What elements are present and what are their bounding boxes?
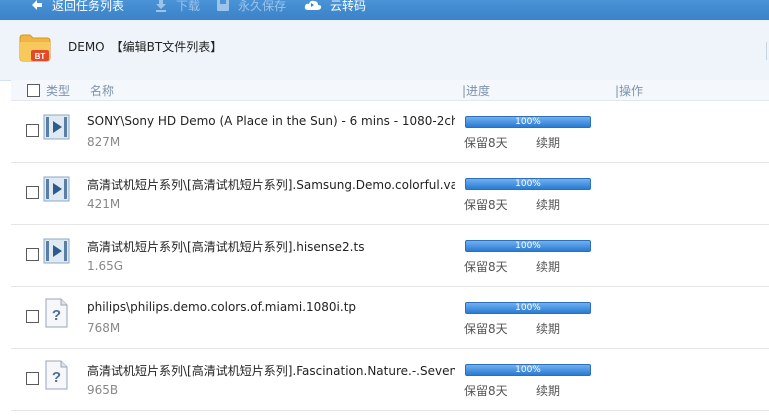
column-type: 类型	[46, 84, 71, 98]
download-label: 下载	[176, 0, 201, 13]
progress-bar: 100%	[465, 302, 591, 314]
table-row: SONY\Sony HD Demo (A Place in the Sun) -…	[11, 100, 769, 163]
video-file-icon	[43, 236, 70, 266]
renew-link[interactable]: 续期	[536, 134, 560, 151]
download-icon	[154, 0, 168, 12]
column-progress: |进度	[462, 84, 491, 98]
video-file-icon	[43, 174, 70, 204]
back-label: 返回任务列表	[52, 0, 125, 13]
retention-text: 保留8天	[464, 384, 508, 398]
svg-text:?: ?	[52, 307, 61, 324]
retention-text: 保留8天	[464, 198, 508, 212]
column-header: 类型 名称 |进度 |操作	[11, 80, 769, 101]
progress-bar: 100%	[465, 240, 591, 252]
task-name: DEMO	[68, 40, 105, 54]
page-title: DEMO 【编辑BT文件列表】	[68, 38, 222, 55]
permanent-save-button[interactable]: 永久保存	[216, 0, 286, 15]
progress-text: 100%	[515, 303, 541, 313]
download-button[interactable]: 下载	[154, 0, 200, 15]
file-size: 827M	[87, 135, 121, 149]
file-name[interactable]: philips\philips.demo.colors.of.miami.108…	[87, 300, 455, 314]
file-size: 1.65G	[87, 259, 124, 273]
file-name[interactable]: 高清试机短片系列\[高清试机短片系列].Samsung.Demo.colorfu…	[87, 176, 455, 193]
save-label: 永久保存	[238, 0, 287, 13]
table-row: 高清试机短片系列\[高清试机短片系列].hisense2.ts 1.65G 10…	[11, 224, 769, 287]
row-checkbox[interactable]	[26, 248, 39, 261]
progress-text: 100%	[515, 179, 541, 189]
file-list-header: BT DEMO 【编辑BT文件列表】	[0, 20, 769, 81]
top-toolbar: 返回任务列表 下载 永久保存 云转码	[0, 0, 769, 20]
transcode-label: 云转码	[330, 0, 367, 13]
row-checkbox[interactable]	[26, 310, 39, 323]
back-arrow-icon	[30, 0, 44, 12]
renew-link[interactable]: 续期	[536, 382, 560, 399]
unknown-file-icon: ?	[43, 360, 70, 390]
unknown-file-icon: ?	[43, 298, 70, 328]
row-checkbox[interactable]	[26, 186, 39, 199]
renew-link[interactable]: 续期	[536, 196, 560, 213]
save-icon	[216, 0, 230, 12]
row-checkbox[interactable]	[26, 124, 39, 137]
file-name[interactable]: SONY\Sony HD Demo (A Place in the Sun) -…	[87, 114, 455, 128]
cloud-transcode-button[interactable]: 云转码	[304, 0, 366, 15]
table-row: 高清试机短片系列\[高清试机短片系列].Samsung.Demo.colorfu…	[11, 162, 769, 225]
retention-text: 保留8天	[464, 322, 508, 336]
edit-bt-list-label: 【编辑BT文件列表】	[110, 40, 223, 54]
column-name: 名称	[90, 84, 115, 98]
svg-text:?: ?	[52, 369, 61, 386]
row-checkbox[interactable]	[26, 372, 39, 385]
file-name[interactable]: 高清试机短片系列\[高清试机短片系列].Fascination.Nature.-…	[87, 362, 455, 379]
progress-text: 100%	[515, 365, 541, 375]
select-all-checkbox[interactable]	[27, 84, 40, 97]
retention-text: 保留8天	[464, 260, 508, 274]
bt-folder-icon: BT	[19, 32, 51, 62]
progress-bar: 100%	[465, 116, 591, 128]
table-row: ? philips\philips.demo.colors.of.miami.1…	[11, 286, 769, 349]
file-size: 965B	[87, 383, 119, 397]
file-size: 421M	[87, 197, 121, 211]
renew-link[interactable]: 续期	[536, 258, 560, 275]
progress-text: 100%	[515, 241, 541, 251]
renew-link[interactable]: 续期	[536, 320, 560, 337]
svg-text:BT: BT	[35, 52, 46, 61]
retention-text: 保留8天	[464, 136, 508, 150]
progress-bar: 100%	[465, 364, 591, 376]
table-row: ? 高清试机短片系列\[高清试机短片系列].Fascination.Nature…	[11, 348, 769, 411]
file-name[interactable]: 高清试机短片系列\[高清试机短片系列].hisense2.ts	[87, 238, 455, 255]
column-action: |操作	[615, 84, 644, 98]
progress-text: 100%	[515, 117, 541, 127]
progress-bar: 100%	[465, 178, 591, 190]
left-strip	[0, 100, 11, 418]
file-size: 768M	[87, 321, 121, 335]
video-file-icon	[43, 112, 70, 142]
back-to-task-list-button[interactable]: 返回任务列表	[30, 0, 124, 15]
cloud-transcode-icon	[304, 0, 322, 12]
